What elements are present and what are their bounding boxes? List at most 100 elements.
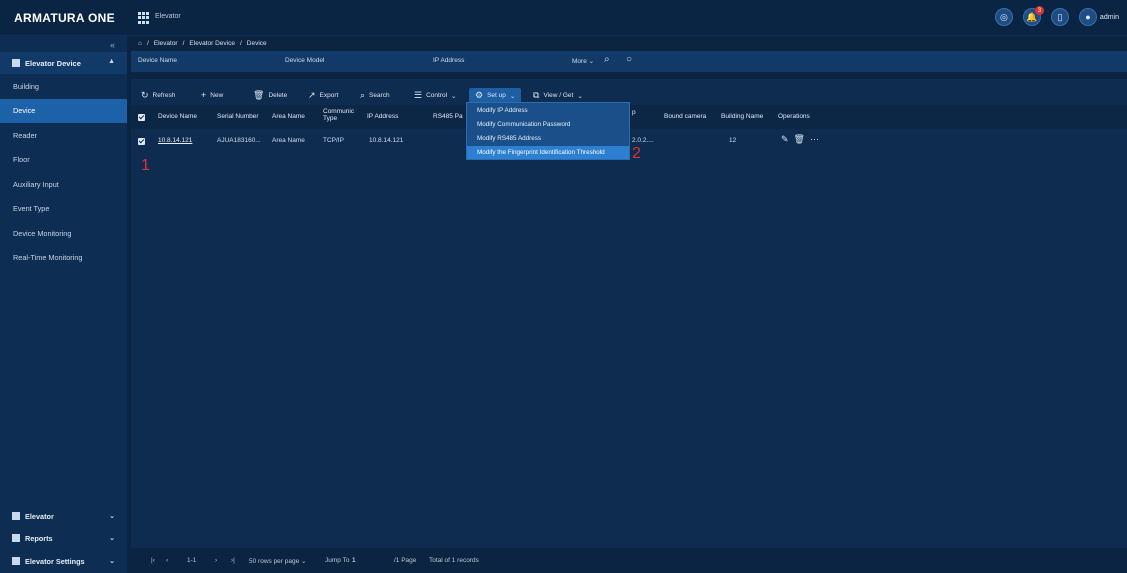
collapse-sidebar-icon[interactable]: «	[110, 40, 115, 50]
chevron-down-icon: ⌄	[109, 535, 115, 542]
delete-label: Delete	[268, 92, 288, 99]
sidebar-section-elevator-device[interactable]: Elevator Device ▲	[0, 52, 127, 74]
menu-item-modify-fingerprint-threshold[interactable]: Modify the Fingerprint Identification Th…	[467, 146, 629, 159]
last-page-icon[interactable]: ›|	[231, 557, 235, 564]
apps-grid-icon[interactable]	[138, 12, 150, 24]
export-button[interactable]: ↗ Export	[308, 90, 338, 101]
user-icon: ●	[1078, 8, 1097, 26]
notification-icon[interactable]: 🔔 3	[1022, 6, 1044, 26]
first-page-icon[interactable]: |‹	[151, 557, 155, 564]
sidebar-item-reader[interactable]: Reader	[0, 123, 127, 148]
column-header[interactable]: p	[632, 109, 636, 117]
search-icon[interactable]: ⌕	[604, 54, 610, 65]
ip-address-cell: 10.8.14.121	[369, 137, 404, 144]
reports-icon	[12, 534, 20, 542]
device-name-link[interactable]: 10.8.14.121	[158, 137, 192, 144]
column-header[interactable]: IP Address	[367, 113, 398, 121]
view-get-button[interactable]: ⧉ View / Get ⌄	[533, 90, 583, 101]
menu-item-modify-ip-address[interactable]: Modify IP Address	[467, 104, 629, 117]
column-header[interactable]: RS485 Pa	[433, 113, 463, 121]
reset-icon[interactable]: ○	[626, 54, 632, 65]
username: admin	[1099, 13, 1119, 21]
new-label: New	[210, 91, 224, 99]
top-bar: ARMATURA ONE Elevator ◎ 🔔 3 ▯ ● admin	[0, 0, 1127, 36]
setup-button[interactable]: ⚙ Set up ⌄	[469, 88, 522, 103]
search-label: Search	[369, 92, 390, 99]
sidebar: « Elevator Device ▲ Building Device Read…	[0, 36, 127, 573]
delete-icon[interactable]: 🗑	[794, 134, 805, 145]
view-get-label: View / Get	[543, 92, 574, 99]
setup-label: Set up	[487, 92, 506, 99]
sidebar-section-reports[interactable]: Reports ⌄	[0, 527, 127, 549]
device-name-filter[interactable]: Device Name	[138, 57, 177, 64]
export-label: Export	[319, 92, 339, 99]
sidebar-item-building[interactable]: Building	[0, 74, 127, 99]
sidebar-item-real-time-monitoring[interactable]: Real-Time Monitoring	[0, 246, 127, 271]
column-header[interactable]: Building Name	[721, 113, 763, 121]
control-button[interactable]: ☰ Control ⌄	[414, 90, 457, 101]
select-all-checkbox[interactable]	[138, 114, 145, 121]
breadcrumb-item[interactable]: Elevator Device	[189, 40, 235, 47]
ip-address-filter[interactable]: IP Address	[433, 57, 464, 64]
new-button[interactable]: + New	[201, 90, 223, 100]
more-filters-button[interactable]: More ⌄	[572, 57, 594, 65]
control-label: Control	[426, 92, 448, 99]
sidebar-section-elevator-settings[interactable]: Elevator Settings ⌄	[0, 550, 127, 572]
language-icon[interactable]: ◎	[994, 8, 1013, 26]
sidebar-item-device-monitoring[interactable]: Device Monitoring	[0, 221, 127, 246]
chevron-down-icon: ⌄	[109, 558, 115, 565]
column-header[interactable]: Serial Number	[217, 113, 259, 121]
sidebar-bottom-label: Elevator Settings	[25, 556, 85, 566]
breadcrumb-separator: /	[182, 39, 185, 47]
total-pages: /1 Page	[394, 557, 417, 564]
brand-logo[interactable]: ARMATURA ONE	[0, 0, 129, 36]
refresh-label: Refresh	[152, 92, 176, 99]
delete-button[interactable]: 🗑 Delete	[253, 90, 287, 101]
sidebar-item-floor[interactable]: Floor	[0, 148, 127, 173]
refresh-icon: ↻	[141, 90, 149, 100]
page-input[interactable]: 1	[352, 557, 356, 564]
sidebar-section-elevator[interactable]: Elevator ⌄	[0, 505, 127, 527]
column-header[interactable]: Bound camera	[664, 113, 706, 121]
trash-icon: 🗑	[253, 90, 265, 100]
search-button[interactable]: ⌕ Search	[360, 90, 390, 101]
row-checkbox[interactable]	[138, 138, 145, 145]
prev-page-icon[interactable]: ‹	[166, 557, 168, 564]
edit-icon[interactable]: ✎	[781, 134, 789, 145]
more-label: More	[572, 58, 587, 65]
breadcrumb-separator: /	[146, 39, 149, 47]
column-header[interactable]: Area Name	[272, 113, 305, 121]
device-model-filter[interactable]: Device Model	[285, 57, 324, 64]
total-records: Total of 1 records	[429, 557, 479, 564]
sidebar-item-device[interactable]: Device	[0, 98, 127, 123]
filter-bar: Device Name Device Model IP Address More…	[131, 51, 1127, 72]
rows-per-page-label: 50 rows per page	[249, 558, 300, 565]
chevron-down-icon: ⌄	[451, 92, 457, 100]
home-icon[interactable]: ⌂	[138, 40, 142, 47]
gear-icon: ⚙	[475, 90, 484, 100]
breadcrumb-item[interactable]: Elevator	[154, 40, 178, 47]
view-icon: ⧉	[533, 90, 540, 100]
help-icon[interactable]: ▯	[1050, 8, 1069, 26]
column-header[interactable]: Device Name	[158, 113, 197, 121]
column-header[interactable]: Communic Type	[323, 108, 354, 122]
more-options-icon[interactable]: ···	[810, 134, 819, 145]
sidebar-item-auxiliary-input[interactable]: Auxiliary Input	[0, 172, 127, 197]
rows-per-page-select[interactable]: 50 rows per page ⌄	[249, 557, 307, 565]
plus-icon: +	[201, 90, 207, 100]
sidebar-item-event-type[interactable]: Event Type	[0, 197, 127, 222]
next-page-icon[interactable]: ›	[215, 557, 217, 564]
top-icons: ◎ 🔔 3 ▯ ● admin	[994, 6, 1119, 26]
module-title: Elevator	[155, 13, 181, 20]
breadcrumb: ⌂ / Elevator / Elevator Device / Device	[131, 36, 1127, 50]
pagination-bar: |‹ ‹ 1-1 › ›| 50 rows per page ⌄ Jump To…	[131, 549, 1127, 573]
search-icon: ⌕	[360, 90, 366, 100]
refresh-button[interactable]: ↻ Refresh	[141, 90, 175, 101]
annotation-marker-1: 1	[141, 157, 150, 174]
status-cell: 2.0.2....	[632, 137, 654, 144]
menu-item-modify-communication-password[interactable]: Modify Communication Password	[467, 118, 629, 131]
menu-item-modify-rs485-address[interactable]: Modify RS485 Address	[467, 132, 629, 145]
jump-to-label: Jump To	[325, 557, 350, 564]
column-header: Operations	[778, 113, 810, 120]
user-menu[interactable]: ● admin	[1078, 8, 1119, 26]
